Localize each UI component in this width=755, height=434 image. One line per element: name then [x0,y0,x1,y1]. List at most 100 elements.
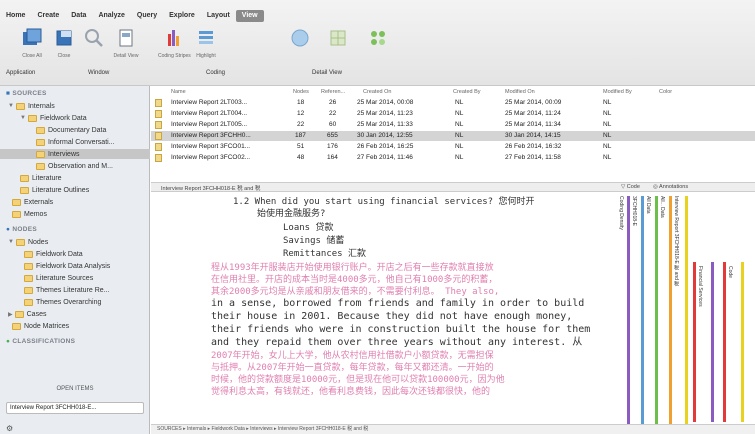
menu-query[interactable]: Query [131,10,163,22]
document-line: Savings 储蓄 [283,236,345,246]
sidebar-item-informal-conversations[interactable]: Informal Conversati... [36,137,150,147]
table-row-selected[interactable]: Interview Report 3FCHH0... 187 655 30 Jan 2… [151,131,755,141]
table-row[interactable]: Interview Report 2LT004... 12 22 25 Mar 201… [151,109,755,119]
chevron-down-icon[interactable]: ▼ [8,239,14,245]
column-header-modified-on[interactable]: Modified On [505,89,535,95]
sidebar-item-node-themes-overarching[interactable]: Themes Overarching [24,297,150,307]
sources-heading[interactable]: ■ SOURCES [6,90,47,97]
breadcrumb[interactable]: SOURCES ▸ Internals ▸ Fieldwork Data ▸ I… [151,424,755,434]
sidebar-item-label: Informal Conversati... [48,138,115,146]
table-row[interactable]: Interview Report 3FCO01... 51 176 26 Feb 20… [151,142,755,152]
detail-view-title: Interview Report 3FCHH018-E 税 and 税 [161,186,261,192]
coding-stripes-button[interactable]: Coding Stripes [158,26,191,66]
cell-references: 655 [327,132,338,139]
cell-references: 60 [329,121,337,128]
breadcrumb-path: SOURCES ▸ Internals ▸ Fieldwork Data ▸ I… [157,426,369,432]
folder-icon [12,198,21,206]
menu-data[interactable]: Data [65,10,92,22]
nodes-heading[interactable]: ● NODES [6,226,37,233]
folder-icon [27,114,37,122]
table-row[interactable]: Interview Report 2LT003... 18 26 25 Mar 201… [151,98,755,108]
close-all-button[interactable]: Close All [16,26,48,66]
folder-icon [20,186,29,194]
close-window-icon [56,30,72,46]
menu-bar: Home Create Data Analyze Query Explore L… [0,10,264,22]
column-header-nodes[interactable]: Nodes [293,89,309,95]
cell-name: Interview Report 3FCO01... [171,143,251,150]
table-row[interactable]: Interview Report 3FCO02... 48 164 27 Feb 20… [151,153,755,163]
cell-created-by: NL [455,132,464,139]
classifications-heading[interactable]: ● CLASSIFICATIONS [6,338,75,345]
menu-view[interactable]: View [235,10,264,22]
sidebar-item-memos[interactable]: Memos [12,209,150,219]
menu-home[interactable]: Home [0,10,31,22]
cell-created-by: NL [455,154,464,161]
sources-heading-label: SOURCES [12,90,47,97]
cell-created-on: 27 Feb 2014, 11:46 [357,154,413,161]
open-item-tab[interactable]: Interview Report 3FCHH018-E... [6,402,144,414]
cluster-view-button[interactable] [362,26,394,66]
coding-stripe[interactable] [685,196,688,424]
menu-create[interactable]: Create [31,10,65,22]
coding-stripe[interactable] [627,196,630,424]
sidebar-item-externals[interactable]: Externals [12,197,150,207]
chevron-right-icon[interactable]: ▶ [8,311,13,318]
menu-analyze[interactable]: Analyze [92,10,130,22]
sidebar-item-literature-outlines[interactable]: Literature Outlines [20,185,150,195]
sidebar-item-cases[interactable]: ▶ Cases [8,309,150,319]
sidebar-item-fieldwork-data[interactable]: ▼ Fieldwork Data [20,113,150,123]
folder-icon [36,126,45,134]
document-line: in a sense, borrowed from friends and fa… [211,298,585,309]
column-header-color[interactable]: Color [659,89,672,95]
gear-icon[interactable]: ⚙ [6,424,13,433]
group-window: Window [88,70,110,76]
column-header-name[interactable]: Name [171,89,186,95]
code-button[interactable]: ▽ Code [621,184,640,190]
sidebar-item-label: Fieldwork Data [36,250,83,258]
coding-stripe[interactable] [693,262,696,422]
table-row[interactable]: Interview Report 2LT005... 22 60 25 Mar 201… [151,120,755,130]
folder-icon [24,274,33,282]
chevron-down-icon[interactable]: ▼ [8,103,14,109]
cell-nodes: 48 [297,154,305,161]
sidebar-item-nodes[interactable]: ▼ Nodes [8,237,150,247]
sidebar-item-node-fieldwork-data[interactable]: Fieldwork Data [24,249,150,259]
coding-stripe[interactable] [655,196,658,424]
sidebar-item-node-matrices[interactable]: Node Matrices [12,321,150,331]
grid-view-button[interactable] [322,26,354,66]
close-button[interactable]: Close [48,26,80,66]
document-content[interactable]: 1.2 When did you start using financial s… [151,192,617,424]
coding-stripe[interactable] [741,262,744,422]
sources-table: Name Nodes Referen... Created On Created… [151,86,755,180]
sidebar-item-node-literature-sources[interactable]: Literature Sources [24,273,150,283]
sphere-view-button[interactable] [284,26,316,66]
sidebar-item-node-themes-literature[interactable]: Themes Literature Re... [24,285,150,295]
column-header-created-by[interactable]: Created By [453,89,481,95]
sidebar-item-literature[interactable]: Literature [20,173,150,183]
sidebar-item-label: Interviews [48,150,80,158]
sidebar-item-node-fieldwork-analysis[interactable]: Fieldwork Data Analysis [24,261,150,271]
detail-view-button[interactable]: Detail View [110,26,142,66]
group-coding: Coding [206,70,226,76]
document-icon [155,110,162,118]
menu-layout[interactable]: Layout [201,10,236,22]
sidebar-item-documentary-data[interactable]: Documentary Data [36,125,150,135]
sidebar-item-internals[interactable]: ▼ Internals [8,101,150,111]
column-header-created-on[interactable]: Created On [363,89,391,95]
annotations-button[interactable]: ◎ Annotations [653,184,688,190]
chevron-down-icon[interactable]: ▼ [20,115,26,121]
coding-stripes-label: Coding Stripes [158,53,191,59]
column-header-references[interactable]: Referen... [321,89,345,95]
coding-stripe[interactable] [711,262,714,422]
column-header-modified-by[interactable]: Modified By [603,89,632,95]
sidebar-item-interviews[interactable]: Interviews [0,149,150,159]
cell-name: Interview Report 2LT003... [171,99,248,106]
coding-stripe[interactable] [723,262,726,422]
coding-stripe[interactable] [641,196,644,424]
menu-explore[interactable]: Explore [163,10,201,22]
highlight-button[interactable]: Highlight [190,26,222,66]
coding-stripe[interactable] [669,196,672,424]
sidebar-item-observation[interactable]: Observation and M... [36,161,150,171]
sidebar-item-label: Memos [24,210,47,218]
find-button[interactable] [78,26,110,66]
